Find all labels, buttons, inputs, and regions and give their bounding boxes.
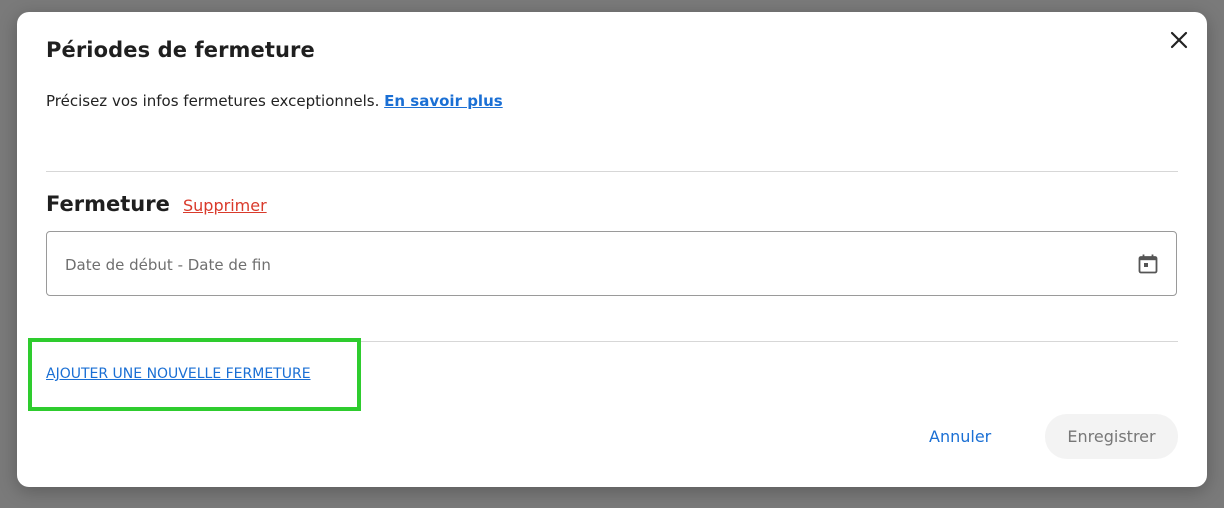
delete-closure-link[interactable]: Supprimer [183,196,267,215]
dialog-subtitle: Précisez vos infos fermetures exceptionn… [46,92,503,110]
closure-section-title: Fermeture [46,192,170,216]
close-icon[interactable] [1167,28,1191,52]
date-range-input[interactable]: Date de début - Date de fin [46,231,1177,296]
calendar-icon[interactable] [1136,252,1160,276]
save-button[interactable]: Enregistrer [1045,414,1178,459]
divider-top [46,171,1178,172]
closure-periods-dialog: Périodes de fermeture Précisez vos infos… [17,12,1207,487]
dialog-title: Périodes de fermeture [46,38,315,62]
subtitle-text: Précisez vos infos fermetures exceptionn… [46,92,385,110]
add-closure-link[interactable]: AJOUTER UNE NOUVELLE FERMETURE [46,366,311,382]
cancel-button[interactable]: Annuler [929,427,991,446]
learn-more-link[interactable]: En savoir plus [384,92,503,110]
date-range-placeholder: Date de début - Date de fin [65,256,271,274]
